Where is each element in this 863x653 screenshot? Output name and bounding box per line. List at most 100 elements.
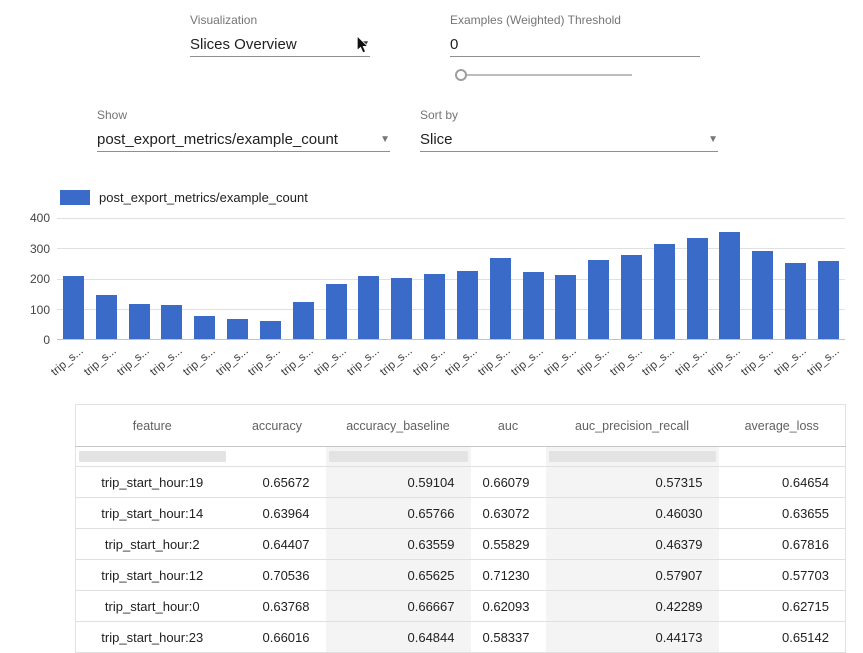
metric-cell: 0.58337 — [471, 622, 546, 653]
x-tick-label: trip_s... — [673, 345, 710, 378]
column-header-accuracy[interactable]: accuracy — [229, 405, 326, 447]
x-tick-label: trip_s... — [411, 345, 448, 378]
bar[interactable] — [194, 316, 215, 339]
bar-slot — [90, 218, 123, 339]
bar[interactable] — [161, 305, 182, 339]
bar[interactable] — [293, 302, 314, 339]
bar-slot — [320, 218, 353, 339]
metric-cell: 0.64654 — [719, 467, 846, 498]
sort-by-control: Sort by Slice ▼ — [420, 107, 718, 152]
threshold-label: Examples (Weighted) Threshold — [450, 12, 700, 28]
bar[interactable] — [785, 263, 806, 339]
table-header: featureaccuracyaccuracy_baselineaucauc_p… — [76, 405, 846, 467]
bar[interactable] — [752, 251, 773, 339]
x-tick-label: trip_s... — [608, 345, 645, 378]
bar-series — [57, 218, 845, 339]
bar[interactable] — [326, 284, 347, 339]
metric-cell: 0.66016 — [229, 622, 326, 653]
bar-slot — [451, 218, 484, 339]
bar[interactable] — [227, 319, 248, 339]
metric-cell: 0.59104 — [326, 467, 471, 498]
bar-slot — [714, 218, 747, 339]
metric-cell: 0.71230 — [471, 560, 546, 591]
bar-slot — [648, 218, 681, 339]
bar-slot — [779, 218, 812, 339]
header-row: featureaccuracyaccuracy_baselineaucauc_p… — [76, 405, 846, 447]
x-tick-label: trip_s... — [82, 345, 119, 378]
bar[interactable] — [621, 255, 642, 339]
bar-slot — [517, 218, 550, 339]
bar-slot — [549, 218, 582, 339]
bar[interactable] — [490, 258, 511, 339]
metric-cell: 0.65625 — [326, 560, 471, 591]
slider-thumb-icon[interactable] — [455, 69, 467, 81]
bar-slot — [681, 218, 714, 339]
visualization-value: Slices Overview — [190, 36, 297, 53]
bar[interactable] — [457, 271, 478, 339]
filter-cell — [229, 447, 326, 467]
bar-slot — [123, 218, 156, 339]
metrics-table: featureaccuracyaccuracy_baselineaucauc_p… — [75, 404, 846, 653]
bar-slot — [812, 218, 845, 339]
table-row: trip_start_hour:00.637680.666670.620930.… — [76, 591, 846, 622]
bar-slot — [615, 218, 648, 339]
sort-by-select[interactable]: Slice ▼ — [420, 128, 718, 152]
table-row: trip_start_hour:140.639640.657660.630720… — [76, 498, 846, 529]
visualization-control: Visualization Slices Overview ▼ — [190, 12, 370, 57]
x-tick-label: trip_s... — [50, 345, 87, 378]
column-header-feature[interactable]: feature — [76, 405, 229, 447]
table-row: trip_start_hour:230.660160.648440.583370… — [76, 622, 846, 653]
metric-cell: 0.62093 — [471, 591, 546, 622]
bar[interactable] — [523, 272, 544, 339]
bar-slot — [385, 218, 418, 339]
bar[interactable] — [588, 260, 609, 339]
visualization-select[interactable]: Slices Overview ▼ — [190, 33, 370, 57]
metric-cell: 0.55829 — [471, 529, 546, 560]
column-header-auc_precision_recall[interactable]: auc_precision_recall — [546, 405, 719, 447]
metric-cell: 0.46030 — [546, 498, 719, 529]
bar[interactable] — [260, 321, 281, 339]
bar[interactable] — [555, 275, 576, 339]
bar[interactable] — [687, 238, 708, 339]
bar[interactable] — [63, 276, 84, 339]
x-tick-label: trip_s... — [345, 345, 382, 378]
filter-input[interactable] — [329, 451, 468, 462]
y-tick-label: 100 — [16, 303, 50, 317]
x-tick-label: trip_s... — [706, 345, 743, 378]
feature-cell: trip_start_hour:19 — [76, 467, 229, 498]
mouse-cursor-icon — [356, 35, 369, 55]
bar[interactable] — [424, 274, 445, 339]
filter-input[interactable] — [549, 451, 716, 462]
threshold-input[interactable]: 0 — [450, 33, 700, 57]
metric-cell: 0.64407 — [229, 529, 326, 560]
x-tick-label: trip_s... — [542, 345, 579, 378]
sort-by-label: Sort by — [420, 107, 718, 123]
bar[interactable] — [96, 295, 117, 339]
x-tick-label: trip_s... — [181, 345, 218, 378]
filter-cell — [471, 447, 546, 467]
bar[interactable] — [358, 276, 379, 339]
metric-cell: 0.64844 — [326, 622, 471, 653]
bar[interactable] — [654, 244, 675, 339]
bar[interactable] — [818, 261, 839, 339]
bar-slot — [582, 218, 615, 339]
feature-cell: trip_start_hour:12 — [76, 560, 229, 591]
y-tick-label: 300 — [16, 242, 50, 256]
metric-cell: 0.66667 — [326, 591, 471, 622]
filter-input[interactable] — [79, 451, 226, 462]
bar-slot — [484, 218, 517, 339]
x-tick-label: trip_s... — [509, 345, 546, 378]
bar[interactable] — [719, 232, 740, 339]
bar[interactable] — [391, 278, 412, 339]
x-tick-label: trip_s... — [115, 345, 152, 378]
threshold-slider[interactable] — [455, 74, 632, 76]
table-row: trip_start_hour:190.656720.591040.660790… — [76, 467, 846, 498]
metric-cell: 0.44173 — [546, 622, 719, 653]
column-header-auc[interactable]: auc — [471, 405, 546, 447]
feature-cell: trip_start_hour:0 — [76, 591, 229, 622]
show-label: Show — [97, 107, 390, 123]
column-header-average_loss[interactable]: average_loss — [719, 405, 846, 447]
column-header-accuracy_baseline[interactable]: accuracy_baseline — [326, 405, 471, 447]
bar[interactable] — [129, 304, 150, 339]
show-select[interactable]: post_export_metrics/example_count ▼ — [97, 128, 390, 152]
